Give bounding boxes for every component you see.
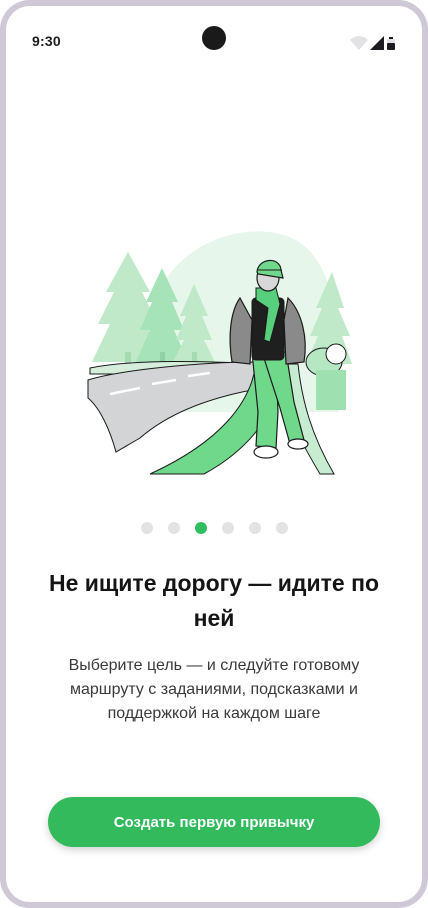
camera-cutout [202,26,226,50]
pagination-dots [6,522,422,534]
status-time: 9:30 [32,33,61,49]
status-bar: 9:30 [6,6,422,66]
onboarding-title: Не ищите дорогу — идите по ней [48,570,380,631]
create-first-habit-button[interactable]: Создать первую привычку [48,797,380,847]
phone-frame: 9:30 Не ищите дорогу — идите по ней Выбе… [0,0,428,908]
pagination-dot[interactable] [275,522,288,534]
pagination-dot[interactable] [221,522,234,534]
pagination-dot[interactable] [140,522,153,534]
man-walking-on-road-illustration [87,231,352,475]
pagination-dot-active[interactable] [194,522,207,534]
onboarding-subtitle: Выберите цель — и следуйте готовому марш… [68,657,360,722]
status-icons [350,36,395,50]
wifi-icon [350,36,368,50]
battery-icon [387,37,395,50]
signal-icon [370,36,384,50]
pagination-dot[interactable] [167,522,180,534]
pagination-dot[interactable] [248,522,261,534]
